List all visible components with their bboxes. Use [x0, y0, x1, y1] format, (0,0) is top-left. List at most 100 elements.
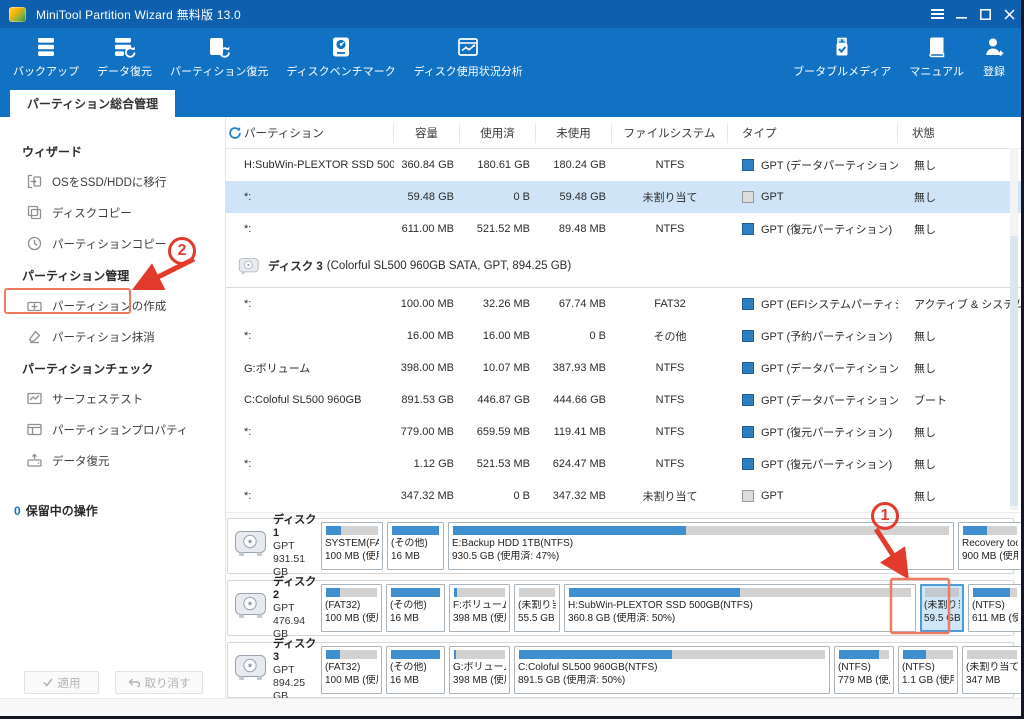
toolbar-item-disk-analysis[interactable]: ディスク使用状況分析 [405, 28, 532, 83]
disk-block[interactable]: G:ボリューム(N398 MB (使用 [449, 646, 510, 694]
sidebar-item-create-partition[interactable]: パーティションの作成 [0, 290, 225, 321]
block-size: 398 MB (使用 [453, 613, 506, 626]
block-label: (NTFS) [838, 662, 890, 675]
cell-type: GPT (復元パーティション) [728, 456, 898, 472]
migrate-icon [26, 173, 43, 190]
disk-block[interactable]: (NTFS)779 MB (使用 [834, 646, 894, 694]
undo-button-label: 取り消す [145, 675, 191, 691]
cell-status: ブート [898, 392, 1021, 408]
menu-icon[interactable] [925, 0, 949, 28]
toolbar-item-manual[interactable]: マニュアル [900, 28, 973, 83]
disk-block[interactable]: (その他)16 MB [386, 584, 445, 632]
column-header-5: ファイルシステム [612, 123, 728, 143]
disk-block[interactable]: (未割り当て55.5 GB [514, 584, 560, 632]
toolbar-item-partition-recovery[interactable]: パーティション復元 [161, 28, 277, 83]
table-row[interactable]: C:Coloful SL500 960GB891.53 GB446.87 GB4… [226, 384, 1021, 416]
table-row[interactable]: *:59.48 GB0 B59.48 GB未割り当てGPT無し [226, 181, 1021, 213]
disk-block[interactable]: (その他)16 MB [387, 522, 444, 570]
sidebar-item-os-migrate[interactable]: OSをSSD/HDDに移行 [0, 166, 225, 197]
disk-label-texts: ディスク 1GPT931.51 GB [273, 514, 318, 579]
block-size: 59.5 GB [924, 613, 960, 626]
tab-partition-management[interactable]: パーティション総合管理 [10, 90, 175, 117]
cell-type: GPT [728, 191, 898, 203]
sidebar-item-disk-copy[interactable]: ディスクコピー [0, 197, 225, 228]
disk-label-disk1[interactable]: ディスク 1GPT931.51 GB [228, 519, 318, 573]
table-row[interactable]: G:ボリューム398.00 MB10.07 MB387.93 MBNTFSGPT… [226, 352, 1021, 384]
wipe-partition-icon [26, 328, 43, 345]
table-row[interactable]: *:100.00 MB32.26 MB67.74 MBFAT32GPT (EFI… [226, 288, 1021, 320]
cell-unused: 180.24 GB [536, 159, 612, 171]
refresh-icon[interactable] [226, 123, 244, 143]
cell-unused: 89.48 MB [536, 223, 612, 235]
cell-unused: 59.48 GB [536, 191, 612, 203]
toolbar-item-disk-benchmark[interactable]: ディスクベンチマーク [277, 28, 404, 83]
toolbar-item-bootable-media[interactable]: ブータブルメディア [784, 28, 900, 83]
table-row[interactable]: *:611.00 MB521.52 MB89.48 MBNTFSGPT (復元パ… [226, 213, 1021, 245]
disk-name: ディスク 2 [273, 576, 318, 602]
cell-partition-name: *: [244, 223, 394, 235]
disk-block[interactable]: F:ボリューム(N398 MB (使用 [449, 584, 510, 632]
cell-type: GPT [728, 490, 898, 502]
disk-block[interactable]: (FAT32)100 MB (使用 [321, 584, 382, 632]
vertical-scrollbar[interactable] [1010, 148, 1018, 510]
block-size: 100 MB (使用 [325, 675, 378, 688]
sidebar-item-partition-copy[interactable]: パーティションコピー [0, 228, 225, 259]
table-row[interactable]: *:779.00 MB659.59 MB119.41 MBNTFSGPT (復元… [226, 416, 1021, 448]
toolbar-item-data-recovery[interactable]: データ復元 [88, 28, 161, 83]
cell-type-label: GPT (データパーティション) [761, 360, 898, 376]
sidebar-item-partition-properties[interactable]: パーティションプロパティ [0, 414, 225, 445]
disk-block[interactable]: H:SubWin-PLEXTOR SSD 500GB(NTFS)360.8 GB… [564, 584, 916, 632]
disk-analysis-icon [456, 34, 480, 60]
pending-operations: 0保留中の操作 [0, 476, 225, 519]
app-title: MiniTool Partition Wizard 無料版 13.0 [36, 6, 241, 23]
disk-block[interactable]: SYSTEM(FAT3100 MB (使用 [321, 522, 383, 570]
usage-bar [326, 588, 377, 597]
cell-partition-name: *: [244, 490, 394, 502]
disk-label-disk2[interactable]: ディスク 2GPT476.94 GB [228, 581, 318, 635]
apply-button[interactable]: 適用 [24, 671, 99, 694]
partition-type-square-icon [742, 426, 754, 438]
table-row[interactable]: *:1.12 GB521.53 MB624.47 MBNTFSGPT (復元パー… [226, 448, 1021, 480]
cell-used: 0 B [460, 191, 536, 203]
cell-used: 659.59 MB [460, 426, 536, 438]
cell-used: 32.26 MB [460, 298, 536, 310]
disk-block[interactable]: E:Backup HDD 1TB(NTFS)930.5 GB (使用済: 47%… [448, 522, 954, 570]
close-button[interactable] [997, 0, 1021, 28]
app-window: MiniTool Partition Wizard 無料版 13.0 バックアッ… [0, 0, 1021, 716]
table-row[interactable]: *:347.32 MB0 B347.32 MB未割り当てGPT無し [226, 480, 1021, 512]
disk-label-disk3[interactable]: ディスク 3GPT894.25 GB [228, 643, 318, 697]
toolbar-item-register[interactable]: 登録 [973, 28, 1015, 83]
sidebar-item-surface-test[interactable]: サーフェステスト [0, 383, 225, 414]
block-label: (未割り当て [924, 600, 960, 613]
disk-label-texts: ディスク 3GPT894.25 GB [273, 638, 318, 703]
usage-bar [326, 526, 378, 535]
disk-block[interactable]: (NTFS)1.1 GB (使用済: [898, 646, 958, 694]
sidebar-item-wipe-partition[interactable]: パーティション抹消 [0, 321, 225, 352]
toolbar-item-label: ディスクベンチマーク [286, 63, 395, 79]
table-row[interactable]: H:SubWin-PLEXTOR SSD 500GB360.84 GB180.6… [226, 149, 1021, 181]
block-size: 100 MB (使用 [325, 613, 378, 626]
block-size: 16 MB [390, 675, 441, 688]
disk-block[interactable]: C:Coloful SL500 960GB(NTFS)891.5 GB (使用済… [514, 646, 830, 694]
disk-block[interactable]: Recovery too900 MB (使用 [958, 522, 1021, 570]
cell-type-label: GPT (データパーティション) [761, 157, 898, 173]
content-area: パーティション容量使用済未使用ファイルシステムタイプ状態 H:SubWin-PL… [226, 117, 1021, 698]
disk-block[interactable]: (NTFS)611 MB (使用 [968, 584, 1021, 632]
block-size: 100 MB (使用 [325, 551, 379, 564]
usage-bar-fill [839, 650, 879, 659]
disk-block[interactable]: (その他)16 MB [386, 646, 445, 694]
maximize-button[interactable] [973, 0, 997, 28]
disk-scheme: GPT [273, 602, 318, 615]
disk-block[interactable]: (FAT32)100 MB (使用 [321, 646, 382, 694]
undo-button[interactable]: 取り消す [115, 671, 203, 694]
disk-block[interactable]: (未割り当て)347 MB [962, 646, 1021, 694]
disk-drive-icon [234, 653, 268, 688]
disk-copy-icon [26, 204, 43, 221]
disk-block-selected[interactable]: (未割り当て59.5 GB [920, 584, 964, 632]
block-label: Recovery too [962, 538, 1018, 551]
toolbar-item-backup[interactable]: バックアップ [4, 28, 88, 83]
scrollbar-thumb[interactable] [1010, 236, 1018, 506]
table-row[interactable]: *:16.00 MB16.00 MB0 Bその他GPT (予約パーティション)無… [226, 320, 1021, 352]
sidebar-item-data-restore[interactable]: データ復元 [0, 445, 225, 476]
minimize-button[interactable] [949, 0, 973, 28]
